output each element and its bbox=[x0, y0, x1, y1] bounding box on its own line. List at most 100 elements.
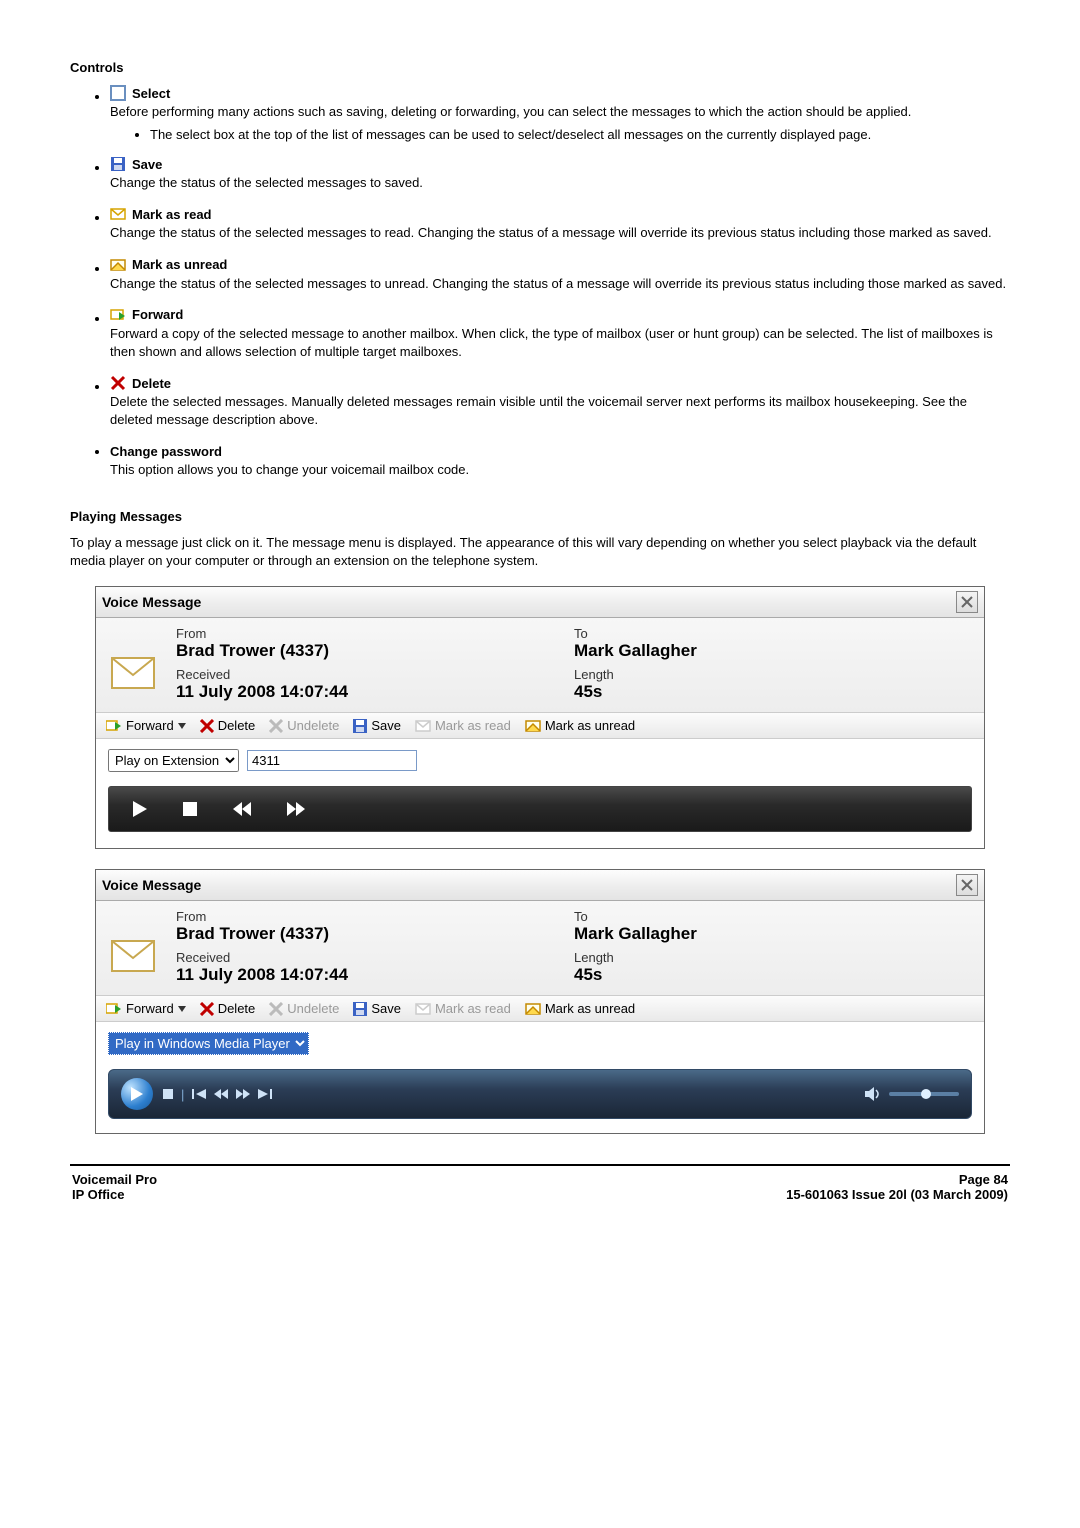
undelete-button-label: Undelete bbox=[287, 1001, 339, 1016]
forward-label: Forward bbox=[132, 307, 183, 322]
forward-button-label: Forward bbox=[126, 718, 174, 733]
rewind-button[interactable] bbox=[233, 802, 251, 816]
received-value: 11 July 2008 14:07:44 bbox=[176, 965, 574, 985]
mark-read-button-label: Mark as read bbox=[435, 1001, 511, 1016]
fast-forward-button[interactable] bbox=[287, 802, 305, 816]
change-password-desc: This option allows you to change your vo… bbox=[110, 461, 1010, 479]
fast-forward-button[interactable] bbox=[236, 1089, 250, 1099]
stop-button[interactable] bbox=[163, 1089, 173, 1099]
from-value: Brad Trower (4337) bbox=[176, 641, 574, 661]
select-subitem: The select box at the top of the list of… bbox=[150, 127, 1010, 142]
chevron-down-icon bbox=[178, 1006, 186, 1012]
from-label: From bbox=[176, 626, 574, 641]
rewind-button[interactable] bbox=[214, 1089, 228, 1099]
delete-desc: Delete the selected messages. Manually d… bbox=[110, 393, 1010, 429]
footer-left-1: Voicemail Pro bbox=[72, 1172, 157, 1187]
close-button[interactable] bbox=[956, 591, 978, 613]
controls-list: Select Before performing many actions su… bbox=[70, 85, 1010, 479]
received-label: Received bbox=[176, 950, 574, 965]
mark-unread-label: Mark as unread bbox=[132, 257, 227, 272]
mark-read-button-label: Mark as read bbox=[435, 718, 511, 733]
volume-slider[interactable] bbox=[889, 1092, 959, 1096]
from-value: Brad Trower (4337) bbox=[176, 924, 574, 944]
stop-button[interactable] bbox=[183, 802, 197, 816]
length-label: Length bbox=[574, 667, 972, 682]
footer-divider bbox=[70, 1164, 1010, 1166]
mark-read-icon bbox=[415, 719, 431, 733]
next-button[interactable] bbox=[258, 1089, 272, 1099]
mark-read-icon bbox=[415, 1002, 431, 1016]
prev-button[interactable] bbox=[192, 1089, 206, 1099]
delete-button-label: Delete bbox=[218, 718, 256, 733]
delete-icon bbox=[200, 1002, 214, 1016]
envelope-icon bbox=[108, 909, 158, 985]
voice-message-window-wmp: Voice Message From Brad Trower (4337) To… bbox=[95, 869, 985, 1134]
extension-input[interactable] bbox=[247, 750, 417, 771]
vm-title: Voice Message bbox=[102, 877, 201, 893]
play-mode-select[interactable]: Play on Extension bbox=[108, 749, 239, 772]
save-button[interactable]: Save bbox=[353, 718, 401, 733]
save-desc: Change the status of the selected messag… bbox=[110, 174, 1010, 192]
undelete-button-label: Undelete bbox=[287, 718, 339, 733]
delete-icon bbox=[110, 375, 126, 391]
undelete-icon bbox=[269, 719, 283, 733]
forward-icon bbox=[110, 307, 126, 323]
received-value: 11 July 2008 14:07:44 bbox=[176, 682, 574, 702]
play-mode-select[interactable]: Play in Windows Media Player bbox=[108, 1032, 309, 1055]
mark-unread-icon bbox=[110, 257, 126, 273]
from-label: From bbox=[176, 909, 574, 924]
mark-read-label: Mark as read bbox=[132, 207, 212, 222]
to-value: Mark Gallagher bbox=[574, 924, 972, 944]
envelope-icon bbox=[108, 626, 158, 702]
mark-unread-button[interactable]: Mark as unread bbox=[525, 718, 635, 733]
wmp-player: | bbox=[108, 1069, 972, 1119]
vm-title: Voice Message bbox=[102, 594, 201, 610]
footer-left-2: IP Office bbox=[72, 1187, 157, 1202]
mark-unread-button-label: Mark as unread bbox=[545, 718, 635, 733]
save-icon bbox=[353, 1002, 367, 1016]
volume-icon bbox=[865, 1087, 881, 1101]
undelete-button: Undelete bbox=[269, 718, 339, 733]
footer-right-1: Page 84 bbox=[786, 1172, 1008, 1187]
select-desc: Before performing many actions such as s… bbox=[110, 103, 1010, 121]
save-icon bbox=[353, 719, 367, 733]
save-button-label: Save bbox=[371, 718, 401, 733]
forward-button-label: Forward bbox=[126, 1001, 174, 1016]
forward-button[interactable]: Forward bbox=[106, 1001, 186, 1016]
mark-read-icon bbox=[110, 206, 126, 222]
mark-read-button: Mark as read bbox=[415, 1001, 511, 1016]
delete-button[interactable]: Delete bbox=[200, 1001, 256, 1016]
length-value: 45s bbox=[574, 965, 972, 985]
mark-unread-button-label: Mark as unread bbox=[545, 1001, 635, 1016]
to-value: Mark Gallagher bbox=[574, 641, 972, 661]
voice-message-window-extension: Voice Message From Brad Trower (4337) To… bbox=[95, 586, 985, 849]
forward-icon bbox=[106, 719, 122, 733]
play-button[interactable] bbox=[133, 801, 147, 817]
chevron-down-icon bbox=[178, 723, 186, 729]
forward-button[interactable]: Forward bbox=[106, 718, 186, 733]
delete-button-label: Delete bbox=[218, 1001, 256, 1016]
save-label: Save bbox=[132, 157, 162, 172]
delete-label: Delete bbox=[132, 376, 171, 391]
play-button[interactable] bbox=[121, 1078, 153, 1110]
mark-unread-button[interactable]: Mark as unread bbox=[525, 1001, 635, 1016]
page-footer: Voicemail Pro IP Office Page 84 15-60106… bbox=[70, 1172, 1010, 1232]
to-label: To bbox=[574, 626, 972, 641]
length-label: Length bbox=[574, 950, 972, 965]
play-icon bbox=[131, 1087, 143, 1101]
controls-heading: Controls bbox=[70, 60, 1010, 75]
save-button[interactable]: Save bbox=[353, 1001, 401, 1016]
undelete-button: Undelete bbox=[269, 1001, 339, 1016]
change-password-label: Change password bbox=[110, 444, 222, 459]
mark-unread-desc: Change the status of the selected messag… bbox=[110, 275, 1010, 293]
length-value: 45s bbox=[574, 682, 972, 702]
undelete-icon bbox=[269, 1002, 283, 1016]
checkbox-icon bbox=[110, 85, 126, 101]
delete-button[interactable]: Delete bbox=[200, 718, 256, 733]
forward-icon bbox=[106, 1002, 122, 1016]
save-icon bbox=[110, 156, 126, 172]
close-icon bbox=[961, 596, 973, 608]
close-button[interactable] bbox=[956, 874, 978, 896]
mark-unread-icon bbox=[525, 719, 541, 733]
mark-read-desc: Change the status of the selected messag… bbox=[110, 224, 1010, 242]
